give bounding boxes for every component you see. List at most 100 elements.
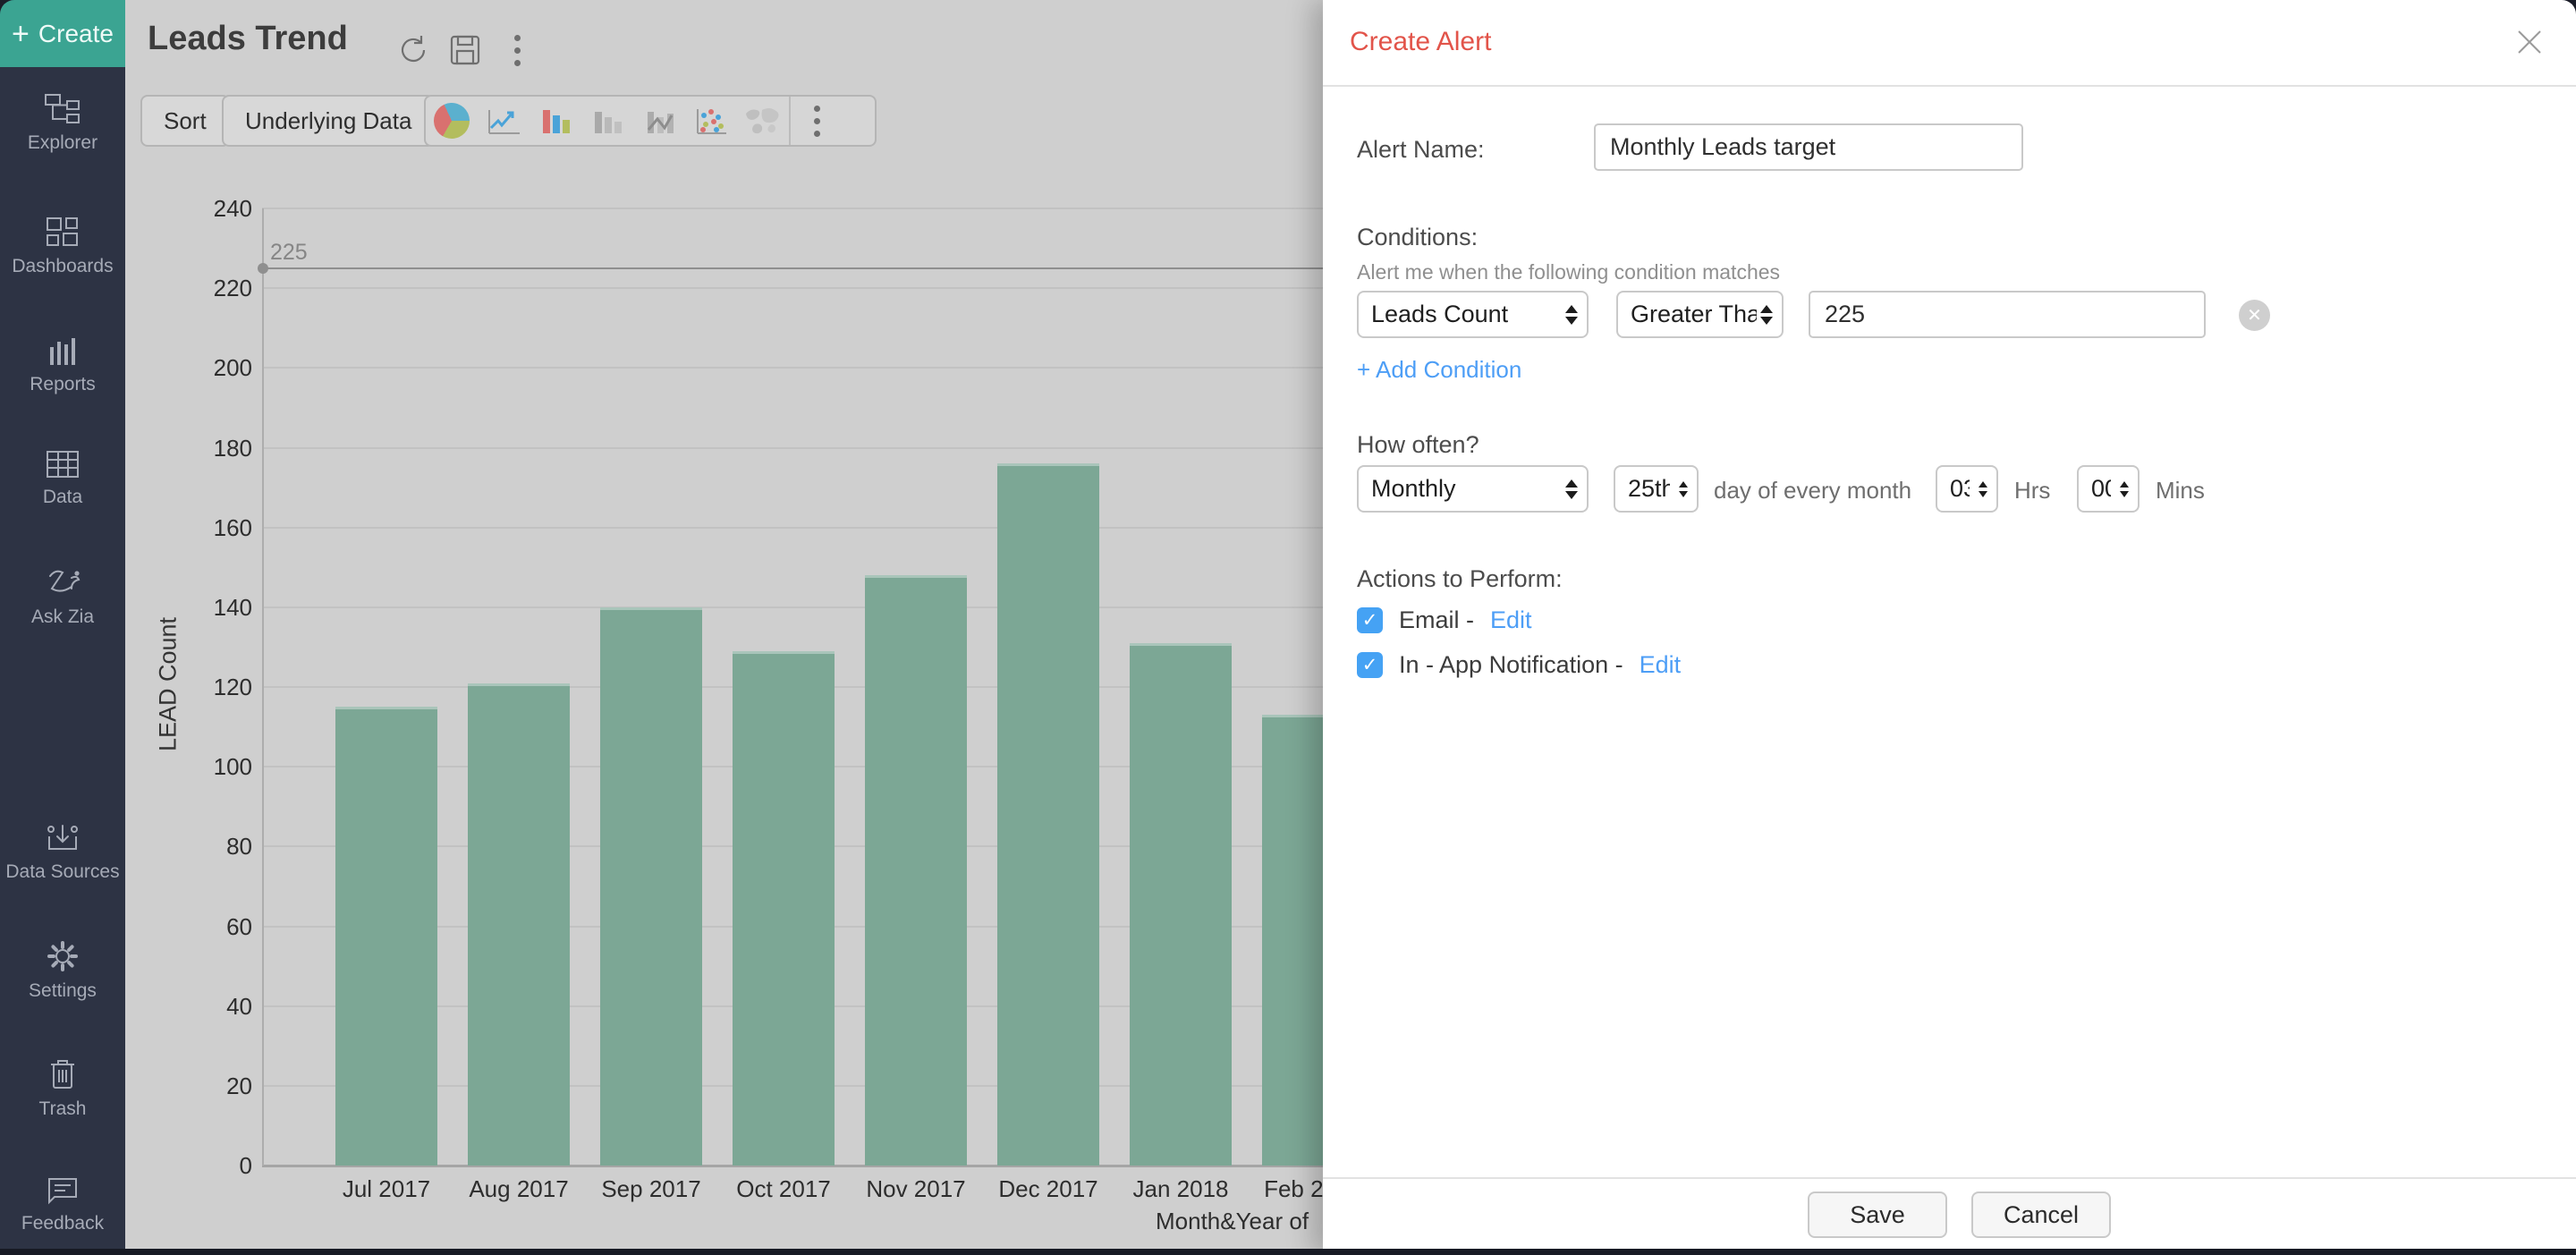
y-axis-line [262, 208, 264, 1166]
inapp-edit-link[interactable]: Edit [1640, 651, 1682, 679]
y-tick-label: 140 [172, 594, 252, 622]
y-tick-label: 20 [172, 1073, 252, 1100]
stepper-arrows-icon [2116, 481, 2129, 497]
sidebar-item-explorer[interactable]: Explorer [0, 91, 125, 154]
remove-condition-icon[interactable]: ✕ [2239, 300, 2270, 331]
y-tick-label: 220 [172, 275, 252, 302]
select-arrows-icon [1757, 305, 1773, 325]
x-tick-label: Nov 2017 [840, 1175, 992, 1203]
y-tick-label: 200 [172, 354, 252, 382]
bar-oct-2017[interactable] [733, 651, 835, 1166]
app-window: + Create Explorer Dashboards Reports [0, 0, 2576, 1255]
hour-stepper[interactable]: 03 [1936, 465, 1998, 513]
x-axis-title: Month&Year of [1156, 1208, 1309, 1235]
gridline [262, 287, 1323, 289]
frequency-select[interactable]: Monthly [1357, 465, 1589, 513]
zia-scribble-icon [41, 565, 84, 601]
sidebar: + Create Explorer Dashboards Reports [0, 0, 125, 1255]
sidebar-item-trash[interactable]: Trash [0, 1056, 125, 1120]
y-tick-label: 120 [172, 674, 252, 701]
stepper-arrows-icon [1975, 481, 1987, 497]
conditions-subtitle: Alert me when the following condition ma… [1357, 260, 1780, 284]
x-tick-label: Oct 2017 [708, 1175, 860, 1203]
x-tick-label: Sep 2017 [575, 1175, 727, 1203]
bar-sep-2017[interactable] [600, 607, 702, 1166]
mins-label: Mins [2156, 477, 2205, 505]
y-tick-label: 80 [172, 833, 252, 861]
hrs-label: Hrs [2014, 477, 2050, 505]
bar-report-icon [45, 333, 80, 369]
alert-name-label: Alert Name: [1357, 136, 1485, 164]
bar-dec-2017[interactable] [997, 463, 1099, 1166]
cancel-button[interactable]: Cancel [1971, 1191, 2111, 1238]
day-suffix-label: day of every month [1714, 477, 1911, 505]
footer-divider [1323, 1177, 2576, 1179]
chart-workspace: Leads Trend Sort Underlying Data [125, 0, 1323, 1255]
bar-aug-2017[interactable] [468, 683, 570, 1166]
x-tick-label: Jul 2017 [310, 1175, 462, 1203]
dashboard-grid-icon [44, 215, 81, 250]
gridline [262, 447, 1323, 449]
x-tick-label: Feb 2018 [1237, 1175, 1323, 1203]
threshold-value-label: 225 [270, 240, 308, 266]
sidebar-item-feedback[interactable]: Feedback [0, 1174, 125, 1234]
sidebar-item-data[interactable]: Data [0, 447, 125, 508]
day-select[interactable]: 25th [1614, 465, 1699, 513]
select-arrows-icon [1562, 479, 1578, 499]
save-button[interactable]: Save [1808, 1191, 1947, 1238]
x-tick-label: Aug 2017 [443, 1175, 595, 1203]
x-tick-label: Dec 2017 [972, 1175, 1124, 1203]
condition-field-select[interactable]: Leads Count [1357, 291, 1589, 338]
x-tick-label: Jan 2018 [1105, 1175, 1257, 1203]
bar-chart: LEAD Count Month&Year of 020406080100120… [125, 0, 1323, 1255]
data-import-icon [42, 820, 83, 856]
actions-heading: Actions to Perform: [1357, 565, 1563, 593]
email-action-row: ✓ Email - Edit [1357, 606, 1532, 634]
trash-icon [45, 1056, 80, 1093]
gridline [262, 208, 1323, 209]
select-arrows-icon [1562, 305, 1578, 325]
minute-stepper[interactable]: 00 [2077, 465, 2140, 513]
sidebar-item-dashboards[interactable]: Dashboards [0, 215, 125, 277]
alert-name-input[interactable] [1594, 123, 2023, 171]
y-tick-label: 160 [172, 514, 252, 542]
condition-value-input[interactable] [1809, 291, 2206, 338]
email-checkbox[interactable]: ✓ [1357, 607, 1383, 633]
bar-jul-2017[interactable] [335, 707, 437, 1166]
create-button[interactable]: + Create [0, 0, 125, 67]
plus-icon: + [12, 19, 30, 49]
sidebar-item-ask-zia[interactable]: Ask Zia [0, 565, 125, 628]
bar-jan-2018[interactable] [1130, 643, 1232, 1166]
y-tick-label: 40 [172, 993, 252, 1021]
add-condition-link[interactable]: + Add Condition [1357, 356, 1521, 384]
gridline [262, 367, 1323, 369]
bar-nov-2017[interactable] [865, 575, 967, 1166]
alert-threshold-line [262, 267, 1323, 269]
email-edit-link[interactable]: Edit [1490, 606, 1532, 634]
conditions-heading: Conditions: [1357, 224, 1478, 251]
sidebar-item-reports[interactable]: Reports [0, 333, 125, 395]
modal-header: Create Alert [1323, 0, 2576, 87]
y-tick-label: 0 [172, 1152, 252, 1180]
how-often-heading: How often? [1357, 431, 1479, 459]
sidebar-item-settings[interactable]: Settings [0, 937, 125, 1002]
threshold-anchor-dot [258, 263, 268, 274]
speech-bubble-icon [44, 1174, 81, 1208]
bar-feb-2018[interactable] [1262, 715, 1323, 1166]
select-arrows-icon [1675, 481, 1688, 497]
condition-operator-select[interactable]: Greater Than [1616, 291, 1784, 338]
window-bottom-edge [0, 1249, 2576, 1255]
y-tick-label: 100 [172, 753, 252, 781]
sidebar-item-data-sources[interactable]: Data Sources [0, 820, 125, 883]
gridline [262, 606, 1323, 608]
inapp-checkbox[interactable]: ✓ [1357, 652, 1383, 678]
inapp-action-row: ✓ In - App Notification - Edit [1357, 651, 1681, 679]
table-icon [44, 447, 81, 481]
y-tick-label: 60 [172, 913, 252, 941]
create-alert-modal: Create Alert Alert Name: Conditions: Ale… [1323, 0, 2576, 1255]
close-icon[interactable] [2510, 23, 2549, 63]
y-tick-label: 180 [172, 435, 252, 462]
gridline [262, 527, 1323, 529]
sitemap-icon [42, 91, 83, 127]
modal-title: Create Alert [1350, 27, 1491, 57]
